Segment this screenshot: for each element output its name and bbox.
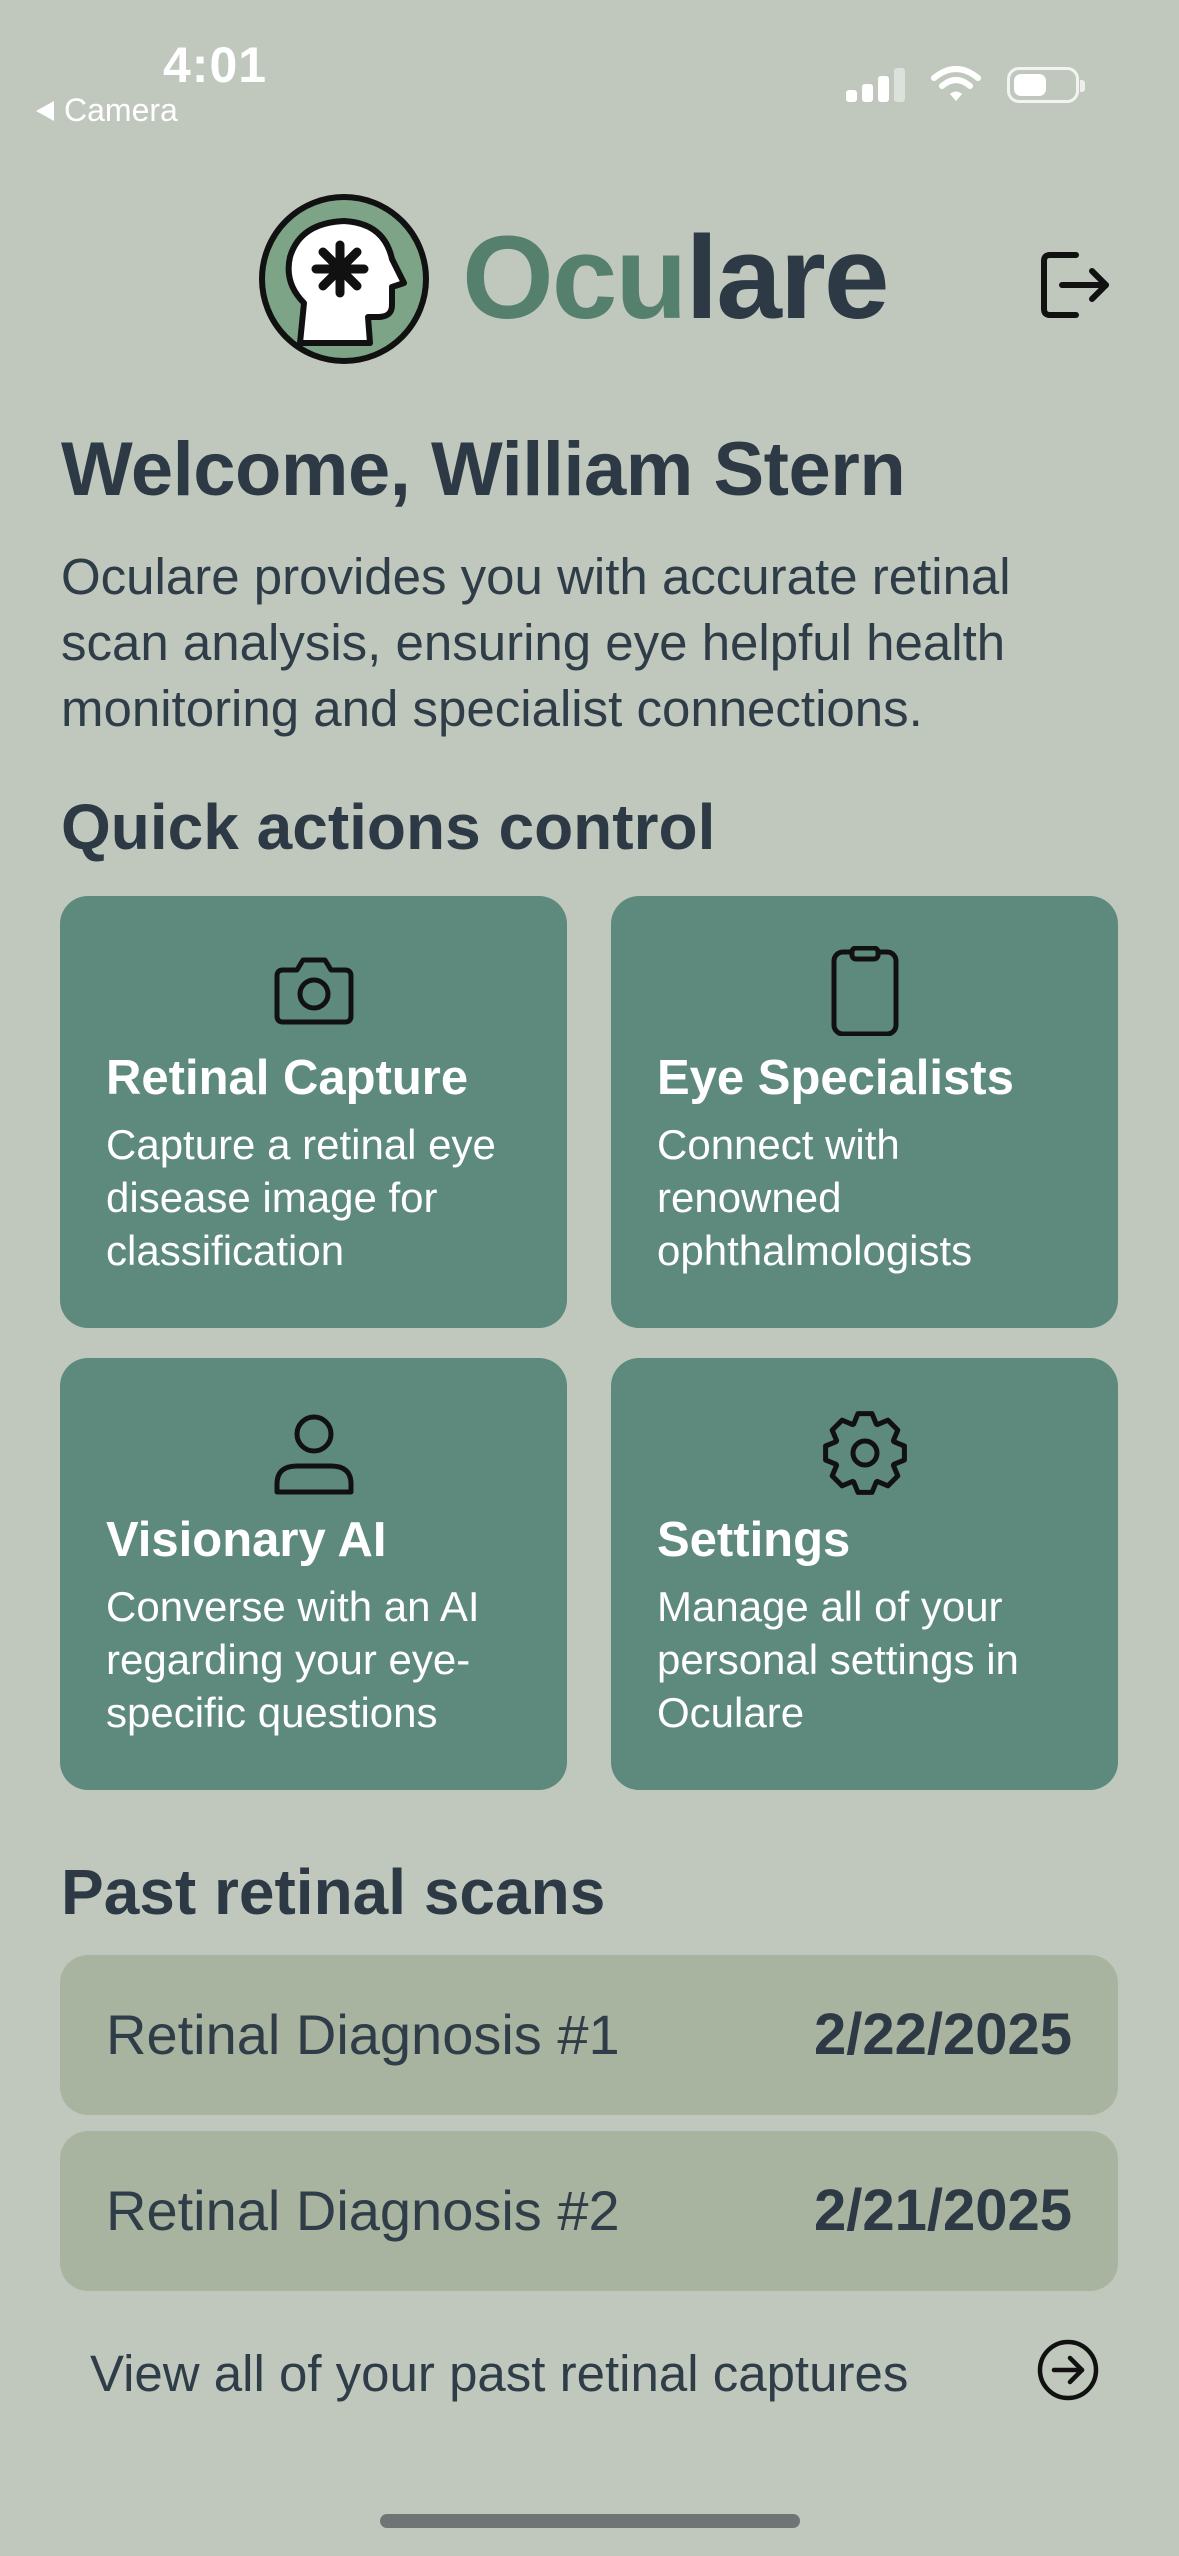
- quick-actions-title: Quick actions control: [61, 791, 716, 863]
- head-asterisk-icon: [259, 194, 429, 364]
- intro-text: Oculare provides you with accurate retin…: [61, 548, 1011, 737]
- eye-specialists-card[interactable]: Eye Specialists Connect with renowned op…: [611, 896, 1118, 1328]
- card-description: Converse with an AI regarding your eye-s…: [106, 1583, 480, 1736]
- card-title: Retinal Capture: [106, 1051, 469, 1105]
- brand-name: Oculare: [462, 212, 890, 344]
- visionary-ai-card[interactable]: Visionary AI Converse with an AI regardi…: [60, 1358, 567, 1790]
- battery-fill: [1014, 74, 1046, 96]
- scan-name: Retinal Diagnosis #2: [106, 2179, 620, 2242]
- status-bar: 4:01 Camera: [0, 0, 1179, 140]
- back-to-app-link[interactable]: Camera: [36, 92, 178, 129]
- cellular-signal-icon: [846, 68, 905, 102]
- brand-name-part1: Ocu: [462, 212, 687, 344]
- past-scans-title: Past retinal scans: [61, 1856, 606, 1928]
- camera-icon: [274, 957, 353, 1025]
- brand-name-part2: lare: [685, 212, 890, 344]
- retinal-capture-card[interactable]: Retinal Capture Capture a retinal eye di…: [60, 896, 567, 1328]
- arrow-right-circle-icon[interactable]: [1036, 2338, 1100, 2402]
- welcome-title: Welcome, William Stern: [61, 427, 906, 512]
- settings-card[interactable]: Settings Manage all of your personal set…: [611, 1358, 1118, 1790]
- card-description: Capture a retinal eye disease image for …: [106, 1121, 496, 1274]
- view-all-label: View all of your past retinal captures: [90, 2345, 909, 2402]
- back-app-label: Camera: [64, 92, 178, 128]
- home-indicator[interactable]: [380, 2514, 800, 2528]
- battery-icon: [1007, 67, 1085, 103]
- back-caret-icon: [36, 100, 54, 121]
- status-time: 4:01: [163, 37, 268, 93]
- person-icon: [274, 1414, 353, 1495]
- view-all-scans-link[interactable]: View all of your past retinal captures: [90, 2338, 1100, 2410]
- scan-name: Retinal Diagnosis #1: [106, 2003, 620, 2066]
- logout-icon[interactable]: [1040, 251, 1112, 319]
- wifi-icon: [931, 66, 981, 101]
- gear-icon: [822, 1411, 907, 1495]
- clipboard-icon: [831, 946, 898, 1036]
- scan-date: 2/21/2025: [813, 2178, 1072, 2243]
- card-description: Manage all of your personal settings in …: [657, 1583, 1019, 1736]
- scan-date: 2/22/2025: [813, 2002, 1072, 2067]
- app-header: Oculare: [0, 193, 1179, 365]
- card-description: Connect with renowned ophthalmologists: [657, 1121, 973, 1274]
- card-title: Visionary AI: [106, 1513, 387, 1567]
- card-title: Settings: [657, 1513, 851, 1567]
- status-icons: [846, 66, 1085, 104]
- scan-list-item[interactable]: Retinal Diagnosis #1 2/22/2025: [60, 1955, 1118, 2115]
- card-title: Eye Specialists: [657, 1051, 1014, 1105]
- scan-list-item[interactable]: Retinal Diagnosis #2 2/21/2025: [60, 2131, 1118, 2291]
